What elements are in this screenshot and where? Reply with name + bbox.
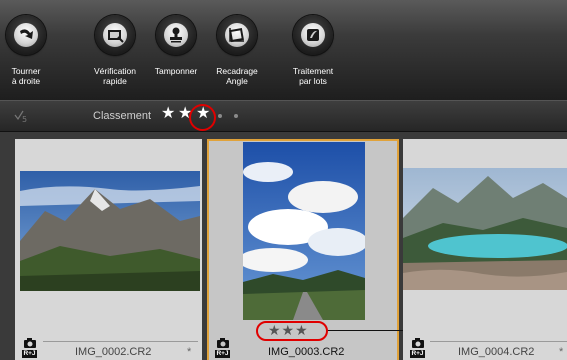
thumbnail-filename: IMG_0003.CR2 (268, 346, 345, 358)
camera-icon (24, 335, 36, 348)
rating-dot-4[interactable] (218, 114, 222, 118)
edited-asterisk: * (559, 346, 564, 358)
batch-process-button[interactable]: Traitement par lots (277, 15, 349, 97)
quick-check-button-circle (95, 15, 135, 55)
camera-icon (217, 335, 229, 348)
highlight-circle (189, 104, 216, 131)
batch-process-label: Traitement par lots (292, 66, 334, 86)
rotate-right-button-circle (6, 15, 46, 55)
crop-angle-button-circle (217, 15, 257, 55)
rotate-right-icon (14, 23, 38, 47)
thumbnail-image-sky-road[interactable] (243, 142, 365, 320)
crop-angle-icon (225, 23, 249, 47)
rating-dot-5[interactable] (234, 114, 238, 118)
raw-jpeg-badge: R+J (215, 350, 230, 358)
batch-process-icon (301, 23, 325, 47)
rating-highlight-oval (256, 321, 328, 341)
stamp-icon (164, 23, 188, 47)
crop-angle-label: Recadrage Angle (216, 66, 258, 86)
edited-asterisk: * (187, 346, 192, 358)
toolbar: Tourner à droite Vérification rapide Tam… (0, 0, 567, 100)
raw-jpeg-badge: R+J (410, 350, 425, 358)
stamp-button-circle (156, 15, 196, 55)
thumbnail-image-lake[interactable] (403, 168, 567, 290)
rotate-right-label: Tourner à droite (11, 66, 41, 86)
thumbnail-separator (430, 341, 567, 342)
svg-text:5: 5 (22, 115, 27, 122)
rotate-right-button[interactable]: Tourner à droite (0, 15, 62, 97)
batch-process-button-circle (293, 15, 333, 55)
rating-filter-label: Classement (93, 110, 152, 122)
thumbnail-image-mountain[interactable] (20, 171, 200, 291)
raw-jpeg-badge: R+J (22, 350, 37, 358)
rating-star-1[interactable]: ★ (161, 106, 175, 122)
camera-icon (412, 335, 424, 348)
thumbnail-separator (43, 341, 198, 342)
crop-angle-button[interactable]: Recadrage Angle (201, 15, 273, 97)
thumbnail-filename: IMG_0002.CR2 (75, 346, 152, 358)
thumbnail-filename: IMG_0004.CR2 (458, 346, 535, 358)
check-filter-icon[interactable]: 5 (14, 110, 28, 125)
quick-check-icon (103, 23, 127, 47)
rating-filter-bar: 5 Classement ★ ★ ★ (0, 100, 567, 132)
